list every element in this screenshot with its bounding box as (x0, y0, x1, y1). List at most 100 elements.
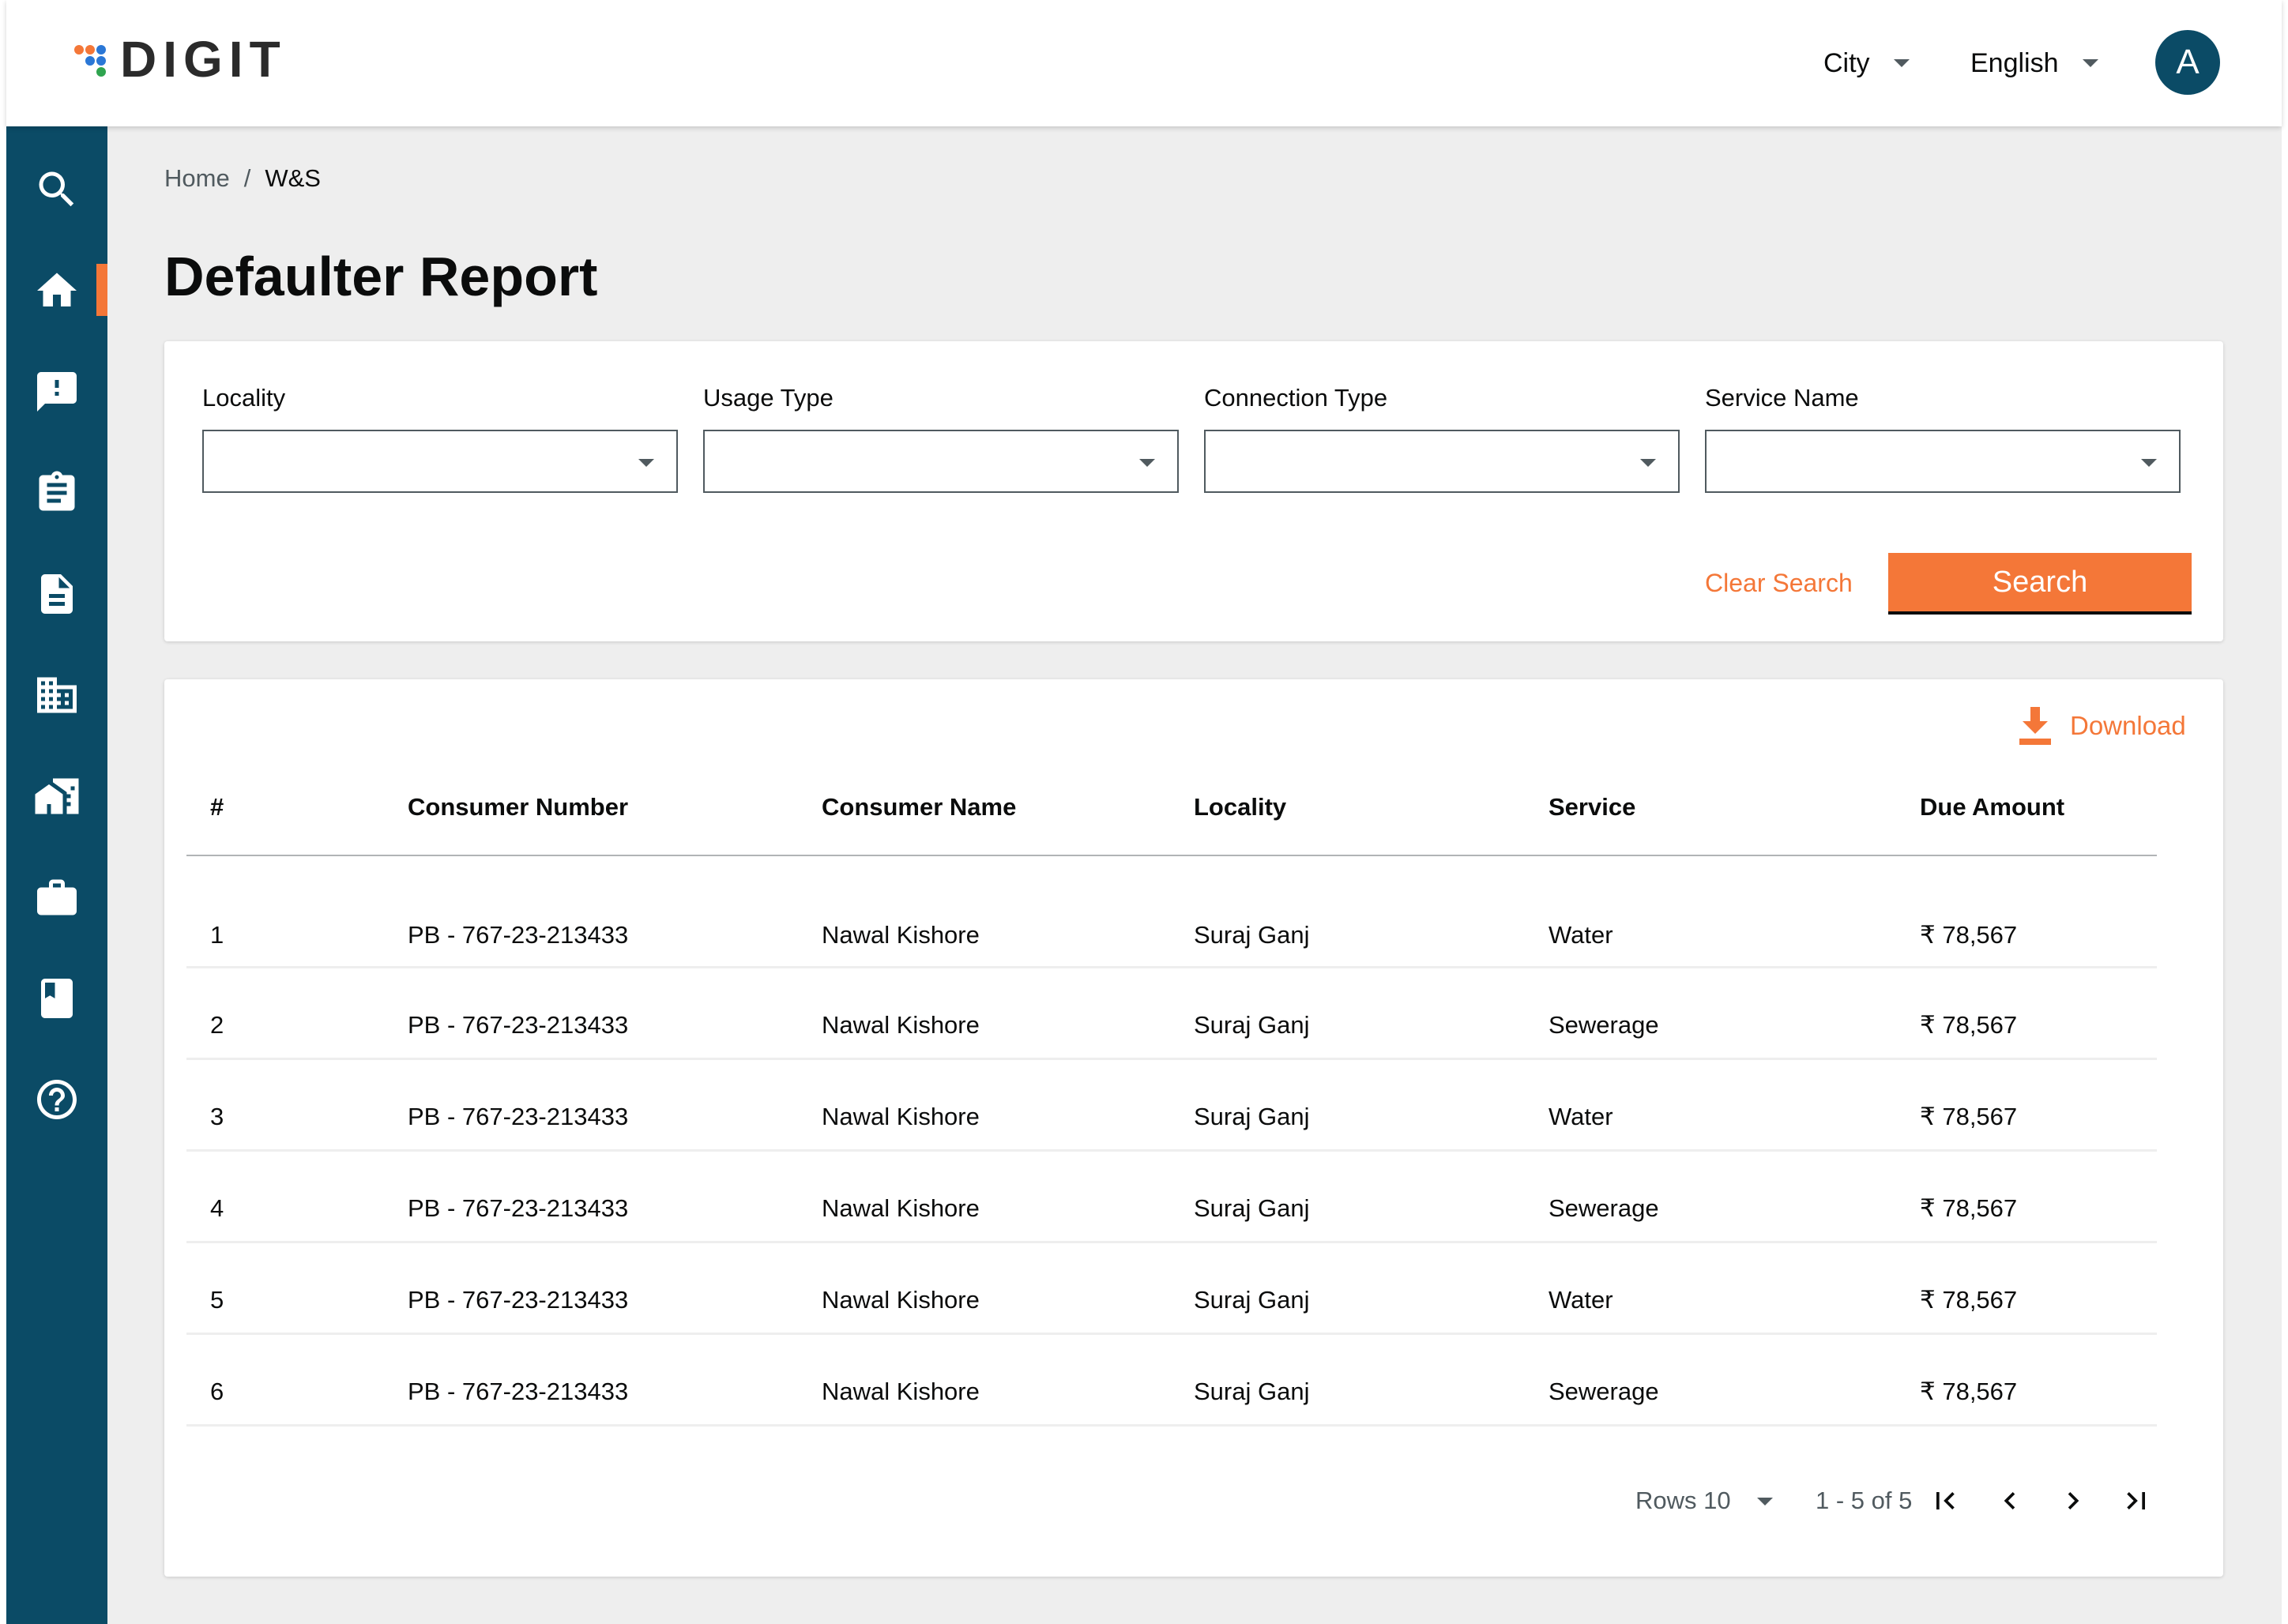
cell-due-amount: ₹ 78,567 (1920, 921, 2018, 949)
chevron-right-icon (2068, 1492, 2079, 1509)
city-icon (35, 778, 79, 814)
cell-locality: Suraj Ganj (1194, 1286, 1310, 1314)
connection-type-filter: Connection Type (1204, 384, 1680, 493)
locality-label: Locality (202, 384, 286, 412)
language-dropdown[interactable]: English (1970, 41, 2098, 85)
top-header: DIGIT City English A (6, 0, 2282, 126)
rows-per-page-dropdown[interactable]: Rows 10 (1635, 1487, 1731, 1515)
chevron-down-icon (2082, 59, 2098, 67)
table-row[interactable]: 6 PB - 767-23-213433 Nawal Kishore Suraj… (186, 1335, 2157, 1427)
first-page-icon (1936, 1492, 1955, 1509)
chevron-down-icon (638, 459, 654, 467)
table-row[interactable]: 1 PB - 767-23-213433 Nawal Kishore Suraj… (186, 856, 2157, 968)
cell-consumer-name: Nawal Kishore (822, 921, 980, 949)
sidebar-item-documents[interactable] (6, 554, 107, 633)
chevron-down-icon[interactable] (1757, 1498, 1773, 1506)
column-header-consumer-number[interactable]: Consumer Number (408, 793, 628, 821)
sidebar-item-business[interactable] (6, 858, 107, 937)
last-page-button[interactable] (2119, 1483, 2154, 1518)
clear-search-link[interactable]: Clear Search (1705, 569, 1853, 598)
next-page-button[interactable] (2056, 1483, 2090, 1518)
cell-service: Sewerage (1549, 1011, 1659, 1039)
cell-consumer-name: Nawal Kishore (822, 1103, 980, 1130)
sidebar-item-city[interactable] (6, 757, 107, 836)
language-dropdown-label: English (1970, 47, 2059, 78)
digit-logo[interactable]: DIGIT (74, 31, 287, 88)
download-icon (2019, 707, 2051, 745)
table-row[interactable]: 5 PB - 767-23-213433 Nawal Kishore Suraj… (186, 1243, 2157, 1335)
page-range-label: 1 - 5 of 5 (1816, 1487, 1913, 1514)
page-title: Defaulter Report (164, 246, 598, 307)
home-icon (37, 273, 77, 306)
sidebar-item-property[interactable] (6, 656, 107, 735)
download-button[interactable]: Download (2018, 706, 2186, 746)
cell-due-amount: ₹ 78,567 (1920, 1194, 2018, 1222)
table-header-row: # Consumer Number Consumer Name Locality… (186, 758, 2157, 856)
document-icon (41, 574, 73, 614)
briefcase-icon (37, 879, 77, 915)
cell-locality: Suraj Ganj (1194, 921, 1310, 949)
service-name-filter: Service Name (1705, 384, 2181, 493)
connection-type-select[interactable] (1204, 430, 1680, 493)
cell-index: 3 (210, 1103, 224, 1130)
city-dropdown-label: City (1823, 47, 1870, 78)
cell-index: 1 (210, 921, 224, 949)
results-card: Download # Consumer Number Consumer Name… (164, 679, 2223, 1577)
first-page-button[interactable] (1928, 1483, 1962, 1518)
cell-locality: Suraj Ganj (1194, 1378, 1310, 1405)
cell-index: 5 (210, 1286, 224, 1314)
locality-filter: Locality (202, 384, 678, 493)
usage-type-filter: Usage Type (703, 384, 1179, 493)
usage-type-select[interactable] (703, 430, 1179, 493)
logo-dots-icon (74, 37, 111, 81)
previous-page-button[interactable] (1993, 1483, 2027, 1518)
logo-text: DIGIT (120, 31, 287, 88)
cell-index: 6 (210, 1378, 224, 1405)
cell-consumer-number: PB - 767-23-213433 (408, 1103, 629, 1130)
service-name-select[interactable] (1705, 430, 2181, 493)
cell-index: 4 (210, 1194, 224, 1222)
connection-type-label: Connection Type (1204, 384, 1388, 412)
column-header-locality[interactable]: Locality (1194, 793, 1286, 821)
avatar-initial: A (2176, 43, 2200, 81)
download-label: Download (2070, 711, 2186, 740)
breadcrumb-current: W&S (265, 164, 321, 192)
locality-select[interactable] (202, 430, 678, 493)
user-avatar[interactable]: A (2155, 30, 2220, 95)
sidebar-item-home[interactable] (6, 251, 107, 330)
sidebar (6, 126, 107, 1624)
cell-service: Water (1549, 921, 1613, 949)
cell-consumer-name: Nawal Kishore (822, 1286, 980, 1314)
pagination: Rows 10 1 - 5 of 5 (164, 1477, 2223, 1524)
breadcrumb-home-link[interactable]: Home (164, 164, 230, 193)
table-row[interactable]: 3 PB - 767-23-213433 Nawal Kishore Suraj… (186, 1060, 2157, 1152)
cell-consumer-number: PB - 767-23-213433 (408, 1286, 629, 1314)
column-header-consumer-name[interactable]: Consumer Name (822, 793, 1016, 821)
breadcrumb-separator: / (243, 164, 251, 192)
sidebar-item-search[interactable] (6, 150, 107, 229)
sidebar-item-bookmark[interactable] (6, 959, 107, 1038)
cell-locality: Suraj Ganj (1194, 1011, 1310, 1039)
search-button[interactable]: Search (1888, 553, 2192, 615)
clipboard-icon (39, 471, 75, 511)
cell-consumer-name: Nawal Kishore (822, 1011, 980, 1039)
sidebar-item-assignments[interactable] (6, 453, 107, 532)
cell-consumer-number: PB - 767-23-213433 (408, 921, 629, 949)
app-page: DIGIT City English A Home / W&S Defaulte… (6, 0, 2282, 1624)
city-dropdown[interactable]: City (1823, 41, 1910, 85)
cell-due-amount: ₹ 78,567 (1920, 1378, 2018, 1405)
cell-consumer-number: PB - 767-23-213433 (408, 1194, 629, 1222)
cell-consumer-number: PB - 767-23-213433 (408, 1011, 629, 1039)
cell-service: Water (1549, 1103, 1613, 1130)
column-header-service[interactable]: Service (1549, 793, 1635, 821)
sidebar-item-help[interactable] (6, 1060, 107, 1139)
sidebar-item-complaints[interactable] (6, 352, 107, 431)
table-row[interactable]: 2 PB - 767-23-213433 Nawal Kishore Suraj… (186, 968, 2157, 1060)
column-header-index[interactable]: # (210, 793, 224, 821)
column-header-due-amount[interactable]: Due Amount (1920, 793, 2064, 821)
cell-locality: Suraj Ganj (1194, 1194, 1310, 1222)
building-icon (37, 677, 77, 713)
chevron-down-icon (1893, 59, 1910, 67)
cell-index: 2 (210, 1011, 224, 1039)
table-row[interactable]: 4 PB - 767-23-213433 Nawal Kishore Suraj… (186, 1152, 2157, 1243)
